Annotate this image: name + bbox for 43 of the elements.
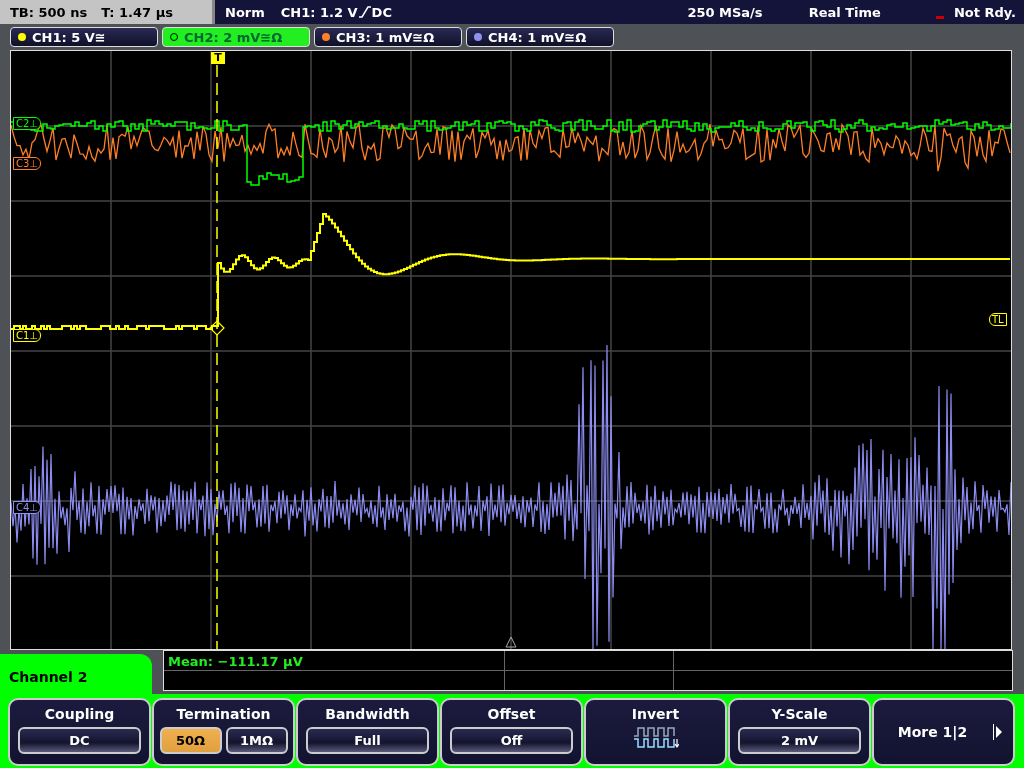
value-button[interactable]: Off <box>450 727 573 754</box>
menu-title: Channel 2 <box>9 669 88 685</box>
channel-marker[interactable]: C2⊥ <box>13 117 42 130</box>
sample-rate: 250 MSa/s <box>687 4 763 20</box>
arrow-icon <box>993 724 1004 740</box>
channel-tab[interactable]: CH3: 1 mV≅Ω <box>314 27 462 47</box>
trigger-time: T: 1.47 µs <box>101 4 173 20</box>
softkey-title: Offset <box>487 706 536 722</box>
softkey-title: Coupling <box>44 706 115 722</box>
status-icon <box>935 15 944 19</box>
channel-label: CH4: 1 mV≅Ω <box>488 29 587 45</box>
softkey-title: Y-Scale <box>771 706 828 722</box>
softkey-title: Bandwidth <box>325 706 410 722</box>
rising-edge-icon <box>358 6 371 18</box>
trigger-marker[interactable]: T <box>211 52 225 64</box>
channel-tab[interactable]: CH4: 1 mV≅Ω <box>466 27 614 47</box>
trigger-coupling: DC <box>371 4 392 20</box>
channel-tab[interactable]: CH1: 5 V≅ <box>10 27 158 47</box>
triangle-icon <box>505 636 517 648</box>
value-button[interactable]: 2 mV <box>738 727 861 754</box>
softkey-title: Termination <box>176 706 271 722</box>
status: Not Rdy. <box>953 4 1016 20</box>
square-wave-icon[interactable] <box>632 727 679 749</box>
value-button[interactable]: DC <box>18 727 141 754</box>
channel-label: CH3: 1 mV≅Ω <box>336 29 435 45</box>
channel-marker[interactable]: C1⊥ <box>13 329 42 342</box>
trigger-mode: Norm <box>225 4 265 20</box>
softkey-title: Invert <box>631 706 680 722</box>
trigger-level: CH1: 1.2 V <box>280 4 358 20</box>
measurement-value: Mean: −111.17 µV <box>167 654 303 669</box>
channel-marker[interactable]: C3⊥ <box>13 157 42 170</box>
acquisition-mode: Real Time <box>808 4 881 20</box>
option-button[interactable]: 1MΩ <box>225 727 288 754</box>
timebase: TB: 500 ns <box>10 4 88 20</box>
channel-label: CH2: 2 mV≅Ω <box>184 29 283 45</box>
channel-tab[interactable]: CH2: 2 mV≅Ω <box>162 27 310 47</box>
channel-marker[interactable]: C4⊥ <box>13 501 42 514</box>
option-button[interactable]: 50Ω <box>159 727 222 754</box>
channel-marker[interactable]: TL <box>989 313 1007 326</box>
value-button[interactable]: Full <box>306 727 429 754</box>
more-button[interactable]: More 1|2 <box>872 698 1015 766</box>
diamond-icon <box>209 320 225 336</box>
channel-label: CH1: 5 V≅ <box>32 29 106 45</box>
